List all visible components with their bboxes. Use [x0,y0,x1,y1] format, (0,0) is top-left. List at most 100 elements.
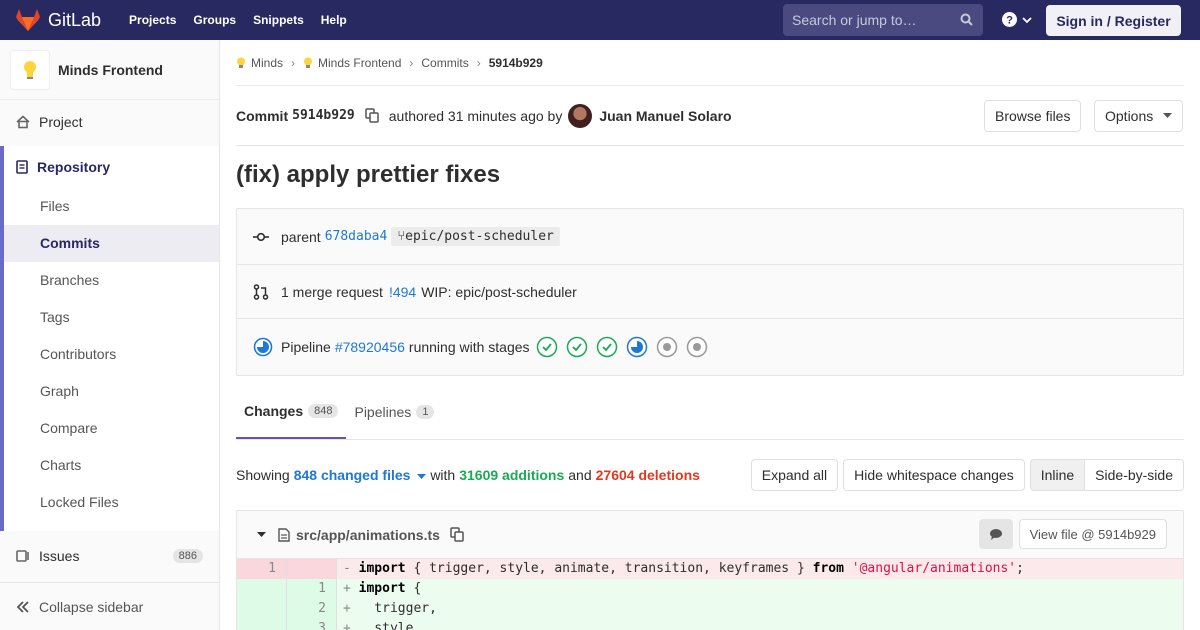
new-line-number[interactable]: 2 [287,599,337,619]
breadcrumb-minds[interactable]: Minds [236,56,283,70]
diff-sign: + [343,621,359,630]
stage-passed-icon[interactable] [536,336,558,358]
code-text: style, [358,621,422,630]
inline-view-button[interactable]: Inline [1029,459,1085,491]
side-by-side-view-button[interactable]: Side-by-side [1084,459,1184,491]
copy-icon[interactable] [365,108,379,123]
home-icon [16,115,30,129]
running-status-icon[interactable] [253,337,273,357]
diff-stats-bar: Showing 848 changed files with 31609 add… [236,440,1184,510]
toggle-comments-button[interactable] [978,519,1013,549]
new-line-number[interactable] [287,559,337,579]
gitlab-brand[interactable]: GitLab [16,9,101,31]
tab-pipelines[interactable]: Pipelines 1 [346,385,442,439]
changed-files-dropdown[interactable]: 848 changed files [294,467,427,483]
new-line-number[interactable]: 1 [287,579,337,599]
sidebar-sub-commits[interactable]: Commits [4,225,219,262]
document-icon [16,160,28,174]
diff-sign: + [343,601,359,616]
options-dropdown[interactable]: Options [1094,99,1184,132]
hide-whitespace-button[interactable]: Hide whitespace changes [843,459,1025,491]
browse-files-button[interactable]: Browse files [984,99,1082,132]
old-line-number[interactable] [237,619,287,630]
pipeline-stages [536,336,716,358]
tab-changes[interactable]: Changes 848 [236,385,347,439]
old-line-number[interactable] [237,579,287,599]
pipeline-link[interactable]: #78920456 [335,339,405,355]
stage-passed-icon[interactable] [596,336,618,358]
new-line-number[interactable]: 3 [287,619,337,630]
sidebar-sub-branches[interactable]: Branches [4,262,219,299]
sidebar-sub-graph[interactable]: Graph [4,373,219,410]
sidebar-sub-contributors[interactable]: Contributors [4,336,219,373]
old-line-number[interactable]: 1 [237,559,287,579]
sidebar-sub-compare[interactable]: Compare [4,410,219,447]
nav-groups[interactable]: Groups [193,13,236,27]
stage-running-icon[interactable] [626,336,648,358]
sidebar-sub-charts[interactable]: Charts [4,447,219,484]
deletions-count: 27604 deletions [595,467,700,483]
lightbulb-icon [24,60,36,79]
diff-line-code: + import { [337,579,1183,599]
stage-passed-icon[interactable] [566,336,588,358]
sidebar-item-project[interactable]: Project [0,100,219,144]
code-text: ; [1016,561,1024,576]
commit-tabs: Changes 848 Pipelines 1 [236,386,1184,440]
merge-request-link[interactable]: !494 [389,284,416,300]
stage-created-icon[interactable] [656,336,678,358]
help-dropdown[interactable]: ? [1002,12,1032,27]
author-avatar[interactable] [568,103,593,128]
sign-in-register-button[interactable]: Sign in / Register [1046,5,1181,36]
commit-authored-text: authored 31 minutes ago by [388,107,563,124]
sidebar-sub-tags[interactable]: Tags [4,299,219,336]
stage-created-icon[interactable] [686,336,708,358]
commit-author[interactable]: Juan Manuel Solaro [599,108,731,124]
tab-label: Changes [244,403,304,419]
lightbulb-icon [304,57,313,68]
sidebar-item-label: Repository [37,159,111,175]
diff-sign: + [343,581,359,596]
commit-title: (fix) apply prettier fixes [236,161,501,188]
breadcrumb-commits[interactable]: Commits [421,56,468,70]
additions-count: 31609 additions [459,467,565,483]
file-path[interactable]: src/app/animations.ts [296,527,440,543]
options-label: Options [1105,107,1154,124]
breadcrumb: Minds › Minds Frontend › Commits › 5914b… [236,40,1184,86]
chevron-down-icon [1022,16,1032,23]
branch-icon: ⑂ [397,229,406,244]
code-text: { trigger, style, animate, transition, k… [405,561,813,576]
nav-projects[interactable]: Projects [129,13,176,27]
nav-snippets[interactable]: Snippets [253,13,304,27]
old-line-number[interactable] [237,599,287,619]
sidebar-item-repository[interactable]: Repository [4,146,219,188]
branch-tag[interactable]: ⑂epic/post-scheduler [391,227,560,246]
sidebar-sub-locked-files[interactable]: Locked Files [4,484,219,521]
view-file-button[interactable]: View file @ 5914b929 [1018,519,1167,549]
search-icon [960,13,973,26]
expand-all-button[interactable]: Expand all [750,459,839,491]
tab-label: Pipelines [354,404,412,420]
diff-line-code: - import { trigger, style, animate, tran… [337,559,1183,579]
copy-icon[interactable] [450,527,464,542]
breadcrumb-current[interactable]: 5914b929 [489,56,543,70]
sidebar-project-header[interactable]: Minds Frontend [0,40,219,100]
sidebar-item-label: Project [39,114,83,130]
search-input[interactable] [792,12,952,28]
and-text: and [568,467,592,483]
collapse-sidebar-button[interactable]: Collapse sidebar [0,582,219,630]
parent-sha-link[interactable]: 678daba4 [325,229,388,244]
merge-request-icon [253,283,269,300]
breadcrumb-project[interactable]: Minds Frontend [303,56,401,70]
project-sidebar: Minds Frontend Project Repository Files … [0,40,220,630]
breadcrumb-separator-icon: › [476,55,481,70]
sidebar-sub-files[interactable]: Files [4,188,219,225]
gitlab-logo-icon [16,9,40,31]
brand-name: GitLab [48,9,102,30]
breadcrumb-label: Minds [251,55,284,70]
nav-help[interactable]: Help [321,13,347,27]
code-text: trigger, [358,601,437,616]
sidebar-item-issues[interactable]: Issues 886 [0,534,219,578]
showing-text: Showing [236,467,290,483]
caret-down-icon [417,474,427,479]
caret-down-icon[interactable] [257,531,266,538]
